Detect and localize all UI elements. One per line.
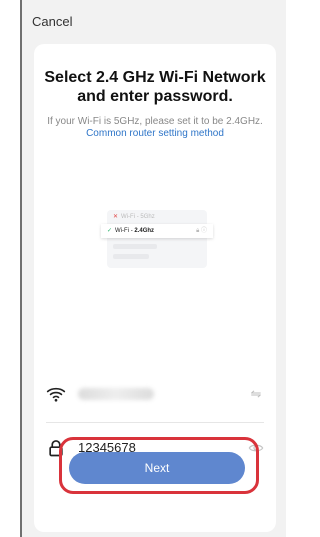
wifi-name-field[interactable]: ⇋ — [46, 376, 264, 412]
wifi-illustration: ✕ Wi-Fi - 5Ghz ✓ Wi-Fi - 2.4Ghz 🔒︎ ⓘ — [101, 210, 213, 268]
cancel-button[interactable]: Cancel — [32, 14, 72, 29]
lock-icon — [49, 440, 63, 457]
illustration-row-24ghz: ✓ Wi-Fi - 2.4Ghz 🔒︎ ⓘ — [101, 224, 213, 238]
phone-screen: Cancel Select 2.4 GHz Wi-Fi Network and … — [20, 0, 286, 537]
subtitle: If your Wi-Fi is 5GHz, please set it to … — [44, 116, 266, 140]
router-setting-link[interactable]: Common router setting method — [86, 128, 224, 139]
switch-network-icon[interactable]: ⇋ — [248, 386, 264, 402]
subtitle-text: If your Wi-Fi is 5GHz, please set it to … — [47, 116, 263, 127]
wifi-card: Select 2.4 GHz Wi-Fi Network and enter p… — [34, 44, 276, 532]
header: Cancel — [22, 0, 286, 40]
check-icon: ✓ — [107, 228, 113, 234]
screen-frame: Cancel Select 2.4 GHz Wi-Fi Network and … — [0, 0, 286, 537]
illustration-placeholder-bar — [113, 244, 157, 249]
wifi-name-blurred — [78, 388, 154, 400]
page-title: Select 2.4 GHz Wi-Fi Network and enter p… — [44, 69, 266, 105]
cross-icon: ✕ — [113, 214, 119, 220]
divider — [46, 422, 264, 423]
wifi-icon — [46, 387, 66, 402]
illustration-placeholder-bar — [113, 254, 149, 259]
eye-icon[interactable] — [248, 440, 264, 456]
lock-wifi-info-icon: 🔒︎ ⓘ — [196, 228, 207, 234]
next-button[interactable]: Next — [69, 452, 245, 484]
illustration-row-5ghz: ✕ Wi-Fi - 5Ghz — [113, 214, 155, 220]
